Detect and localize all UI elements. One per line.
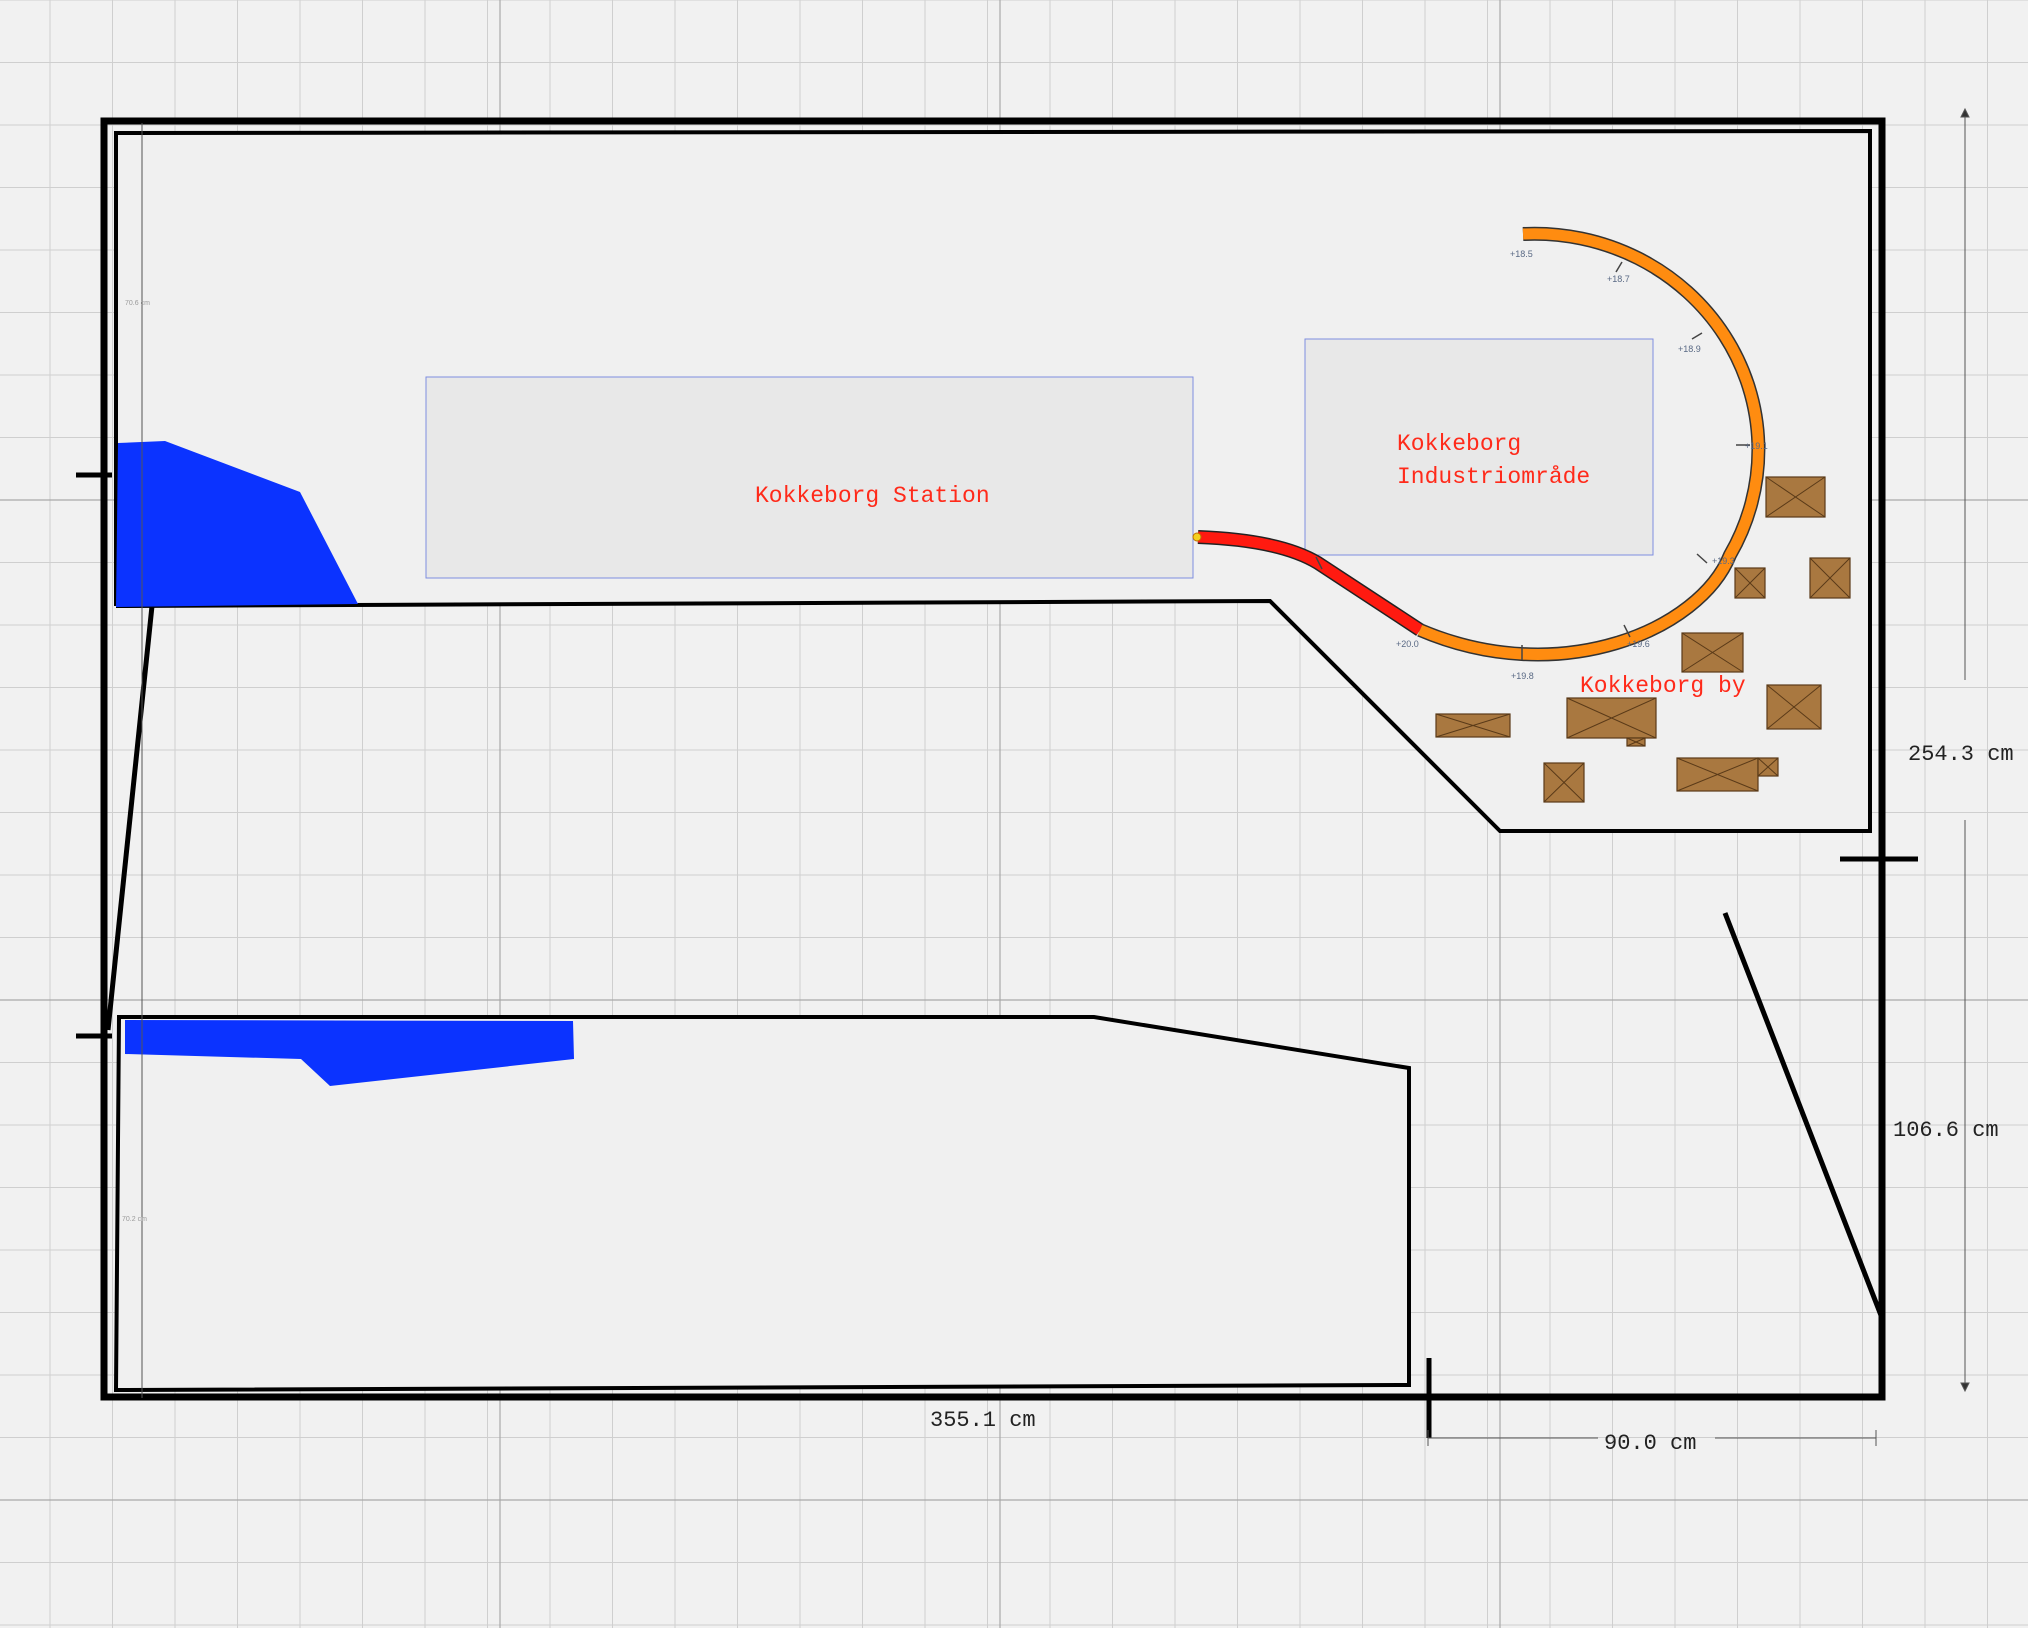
elevation-label: +20.0 <box>1396 639 1419 649</box>
right-diagonal-wall <box>1722 912 1885 1319</box>
track-end-marker <box>1192 532 1202 542</box>
building[interactable] <box>1809 557 1851 599</box>
building[interactable] <box>1681 632 1744 673</box>
dimension-inner-bottom: 70.2 cm <box>122 1216 147 1223</box>
building[interactable] <box>1766 684 1822 730</box>
dimension-inner-top: 70.6 cm <box>125 300 150 307</box>
dimension-bottom-right: 90.0 cm <box>1604 1431 1696 1456</box>
building[interactable] <box>1676 757 1759 792</box>
building[interactable] <box>1734 567 1766 599</box>
station-area[interactable] <box>425 376 1194 579</box>
dimension-bottom-left: 355.1 cm <box>930 1408 1036 1433</box>
lower-board-outline[interactable] <box>113 1015 1411 1393</box>
left-diagonal-wall <box>105 605 155 1031</box>
elevation-label: +18.9 <box>1678 344 1701 354</box>
building[interactable] <box>1765 476 1826 518</box>
building[interactable] <box>1626 737 1646 747</box>
dimension-right-lower: 106.6 cm <box>1893 1118 1999 1143</box>
elevation-label: +18.5 <box>1510 249 1533 259</box>
elevation-label: +19.8 <box>1511 671 1534 681</box>
dimension-right-upper: 254.3 cm <box>1908 742 2014 767</box>
town-label: Kokkeborg by <box>1580 673 1746 699</box>
industry-label-line1: Kokkeborg <box>1397 431 1521 457</box>
layout-plan-canvas[interactable]: Kokkeborg Station Kokkeborg Industriområ… <box>0 0 2028 1628</box>
building[interactable] <box>1435 713 1511 738</box>
industry-label-line2: Industriområde <box>1397 464 1590 490</box>
elevation-label: +19.3 <box>1712 556 1735 566</box>
building[interactable] <box>1757 757 1779 777</box>
station-label: Kokkeborg Station <box>755 483 990 509</box>
elevation-label: +18.7 <box>1607 274 1630 284</box>
elevation-label: +19.6 <box>1627 639 1650 649</box>
elevation-label: +19.1 <box>1745 441 1768 451</box>
building[interactable] <box>1543 762 1585 803</box>
building[interactable] <box>1566 697 1657 739</box>
